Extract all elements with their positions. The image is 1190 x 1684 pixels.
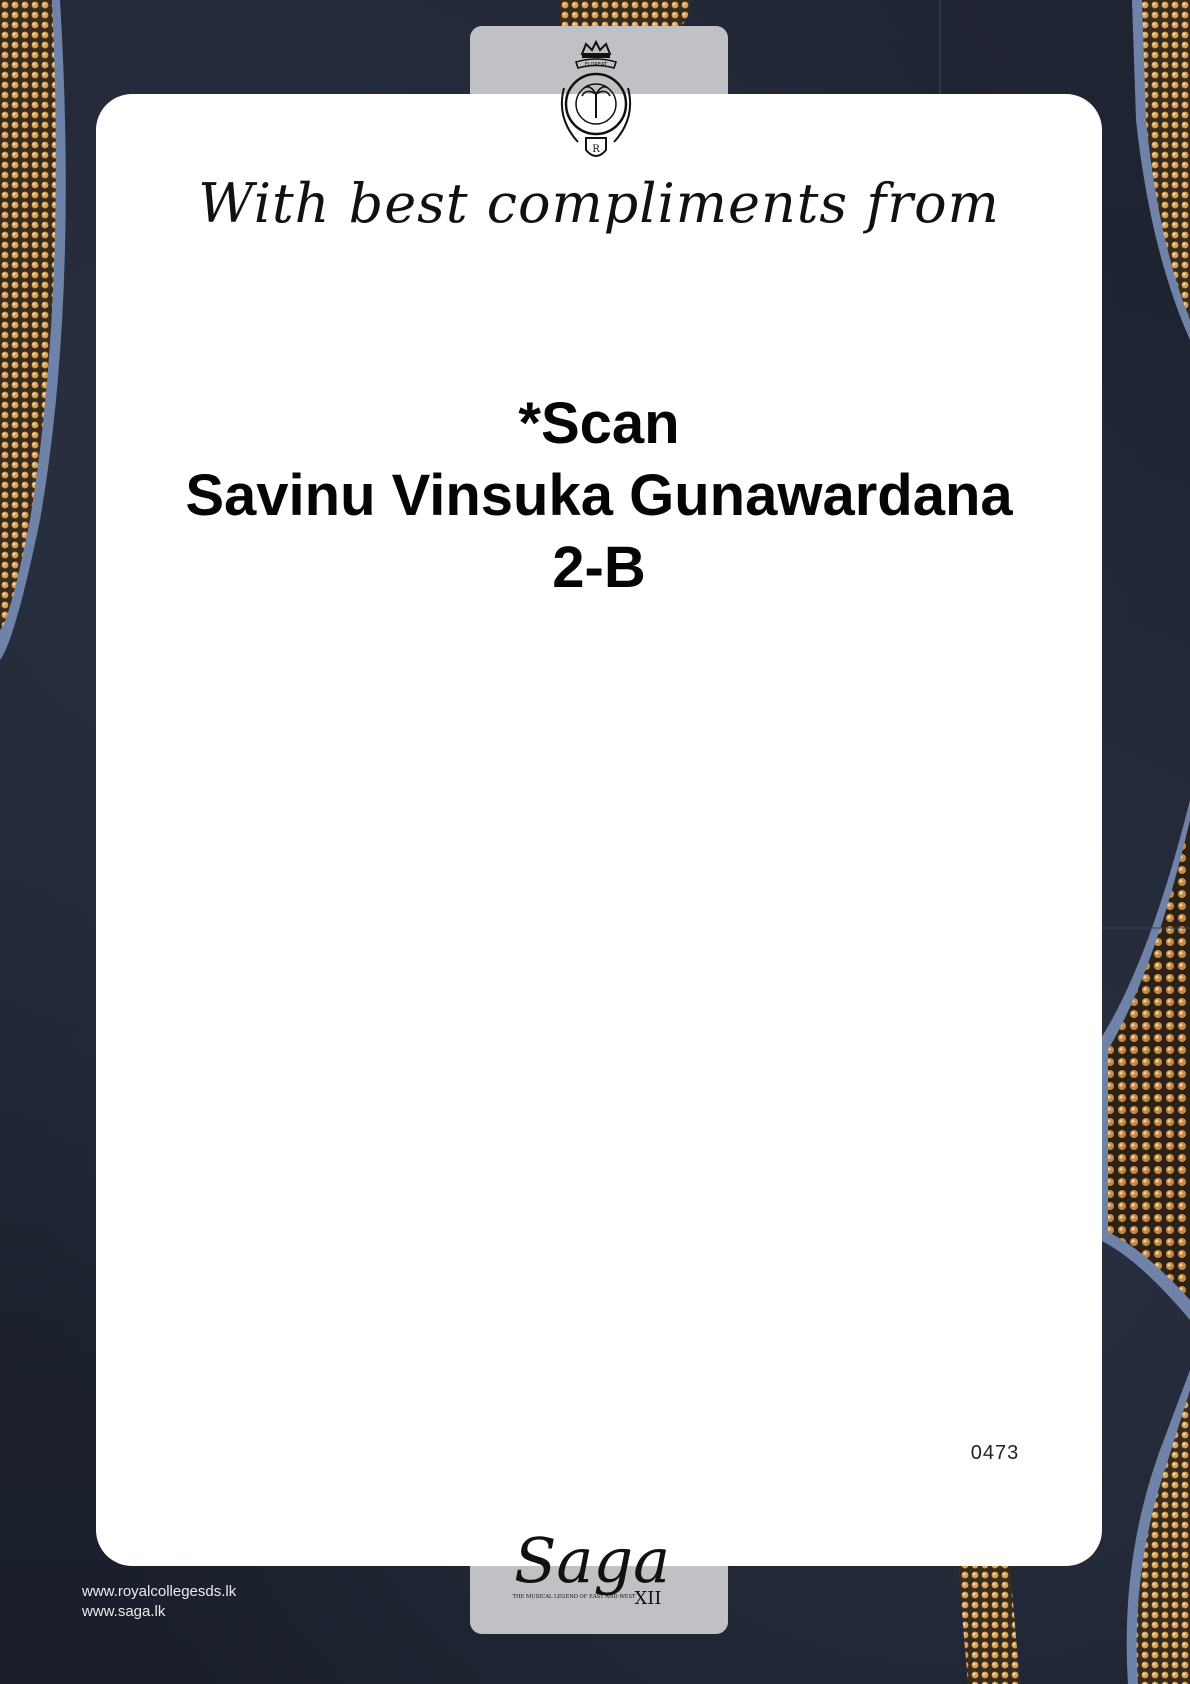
school-crest-icon: FLOREAT R xyxy=(560,39,632,157)
saga-logo-numeral: XII xyxy=(634,1588,661,1609)
website-link-royal[interactable]: www.royalcollegesds.lk xyxy=(82,1582,236,1602)
saga-logo-name: Saga xyxy=(514,1524,670,1597)
recipient-class: 2-B xyxy=(552,535,646,600)
crest-motto-top: FLOREAT xyxy=(585,62,608,68)
saga-logo: Saga XII THE MUSICAL LEGEND OF EAST AND … xyxy=(513,1524,671,1609)
compliments-card xyxy=(96,94,1102,1566)
serial-number: 0473 xyxy=(970,1442,1020,1464)
recipient-block: *Scan Savinu Vinsuka Gunawardana 2-B xyxy=(96,388,1102,604)
website-link-saga[interactable]: www.saga.lk xyxy=(82,1602,236,1622)
scan-marker: *Scan xyxy=(518,391,680,456)
recipient-name: Savinu Vinsuka Gunawardana xyxy=(185,463,1013,528)
svg-text:R: R xyxy=(592,144,600,155)
saga-logo-tagline: THE MUSICAL LEGEND OF EAST AND WEST xyxy=(513,1594,636,1600)
footer-websites: www.royalcollegesds.lk www.saga.lk xyxy=(82,1582,236,1622)
greeting-text: With best compliments from xyxy=(198,172,1000,235)
